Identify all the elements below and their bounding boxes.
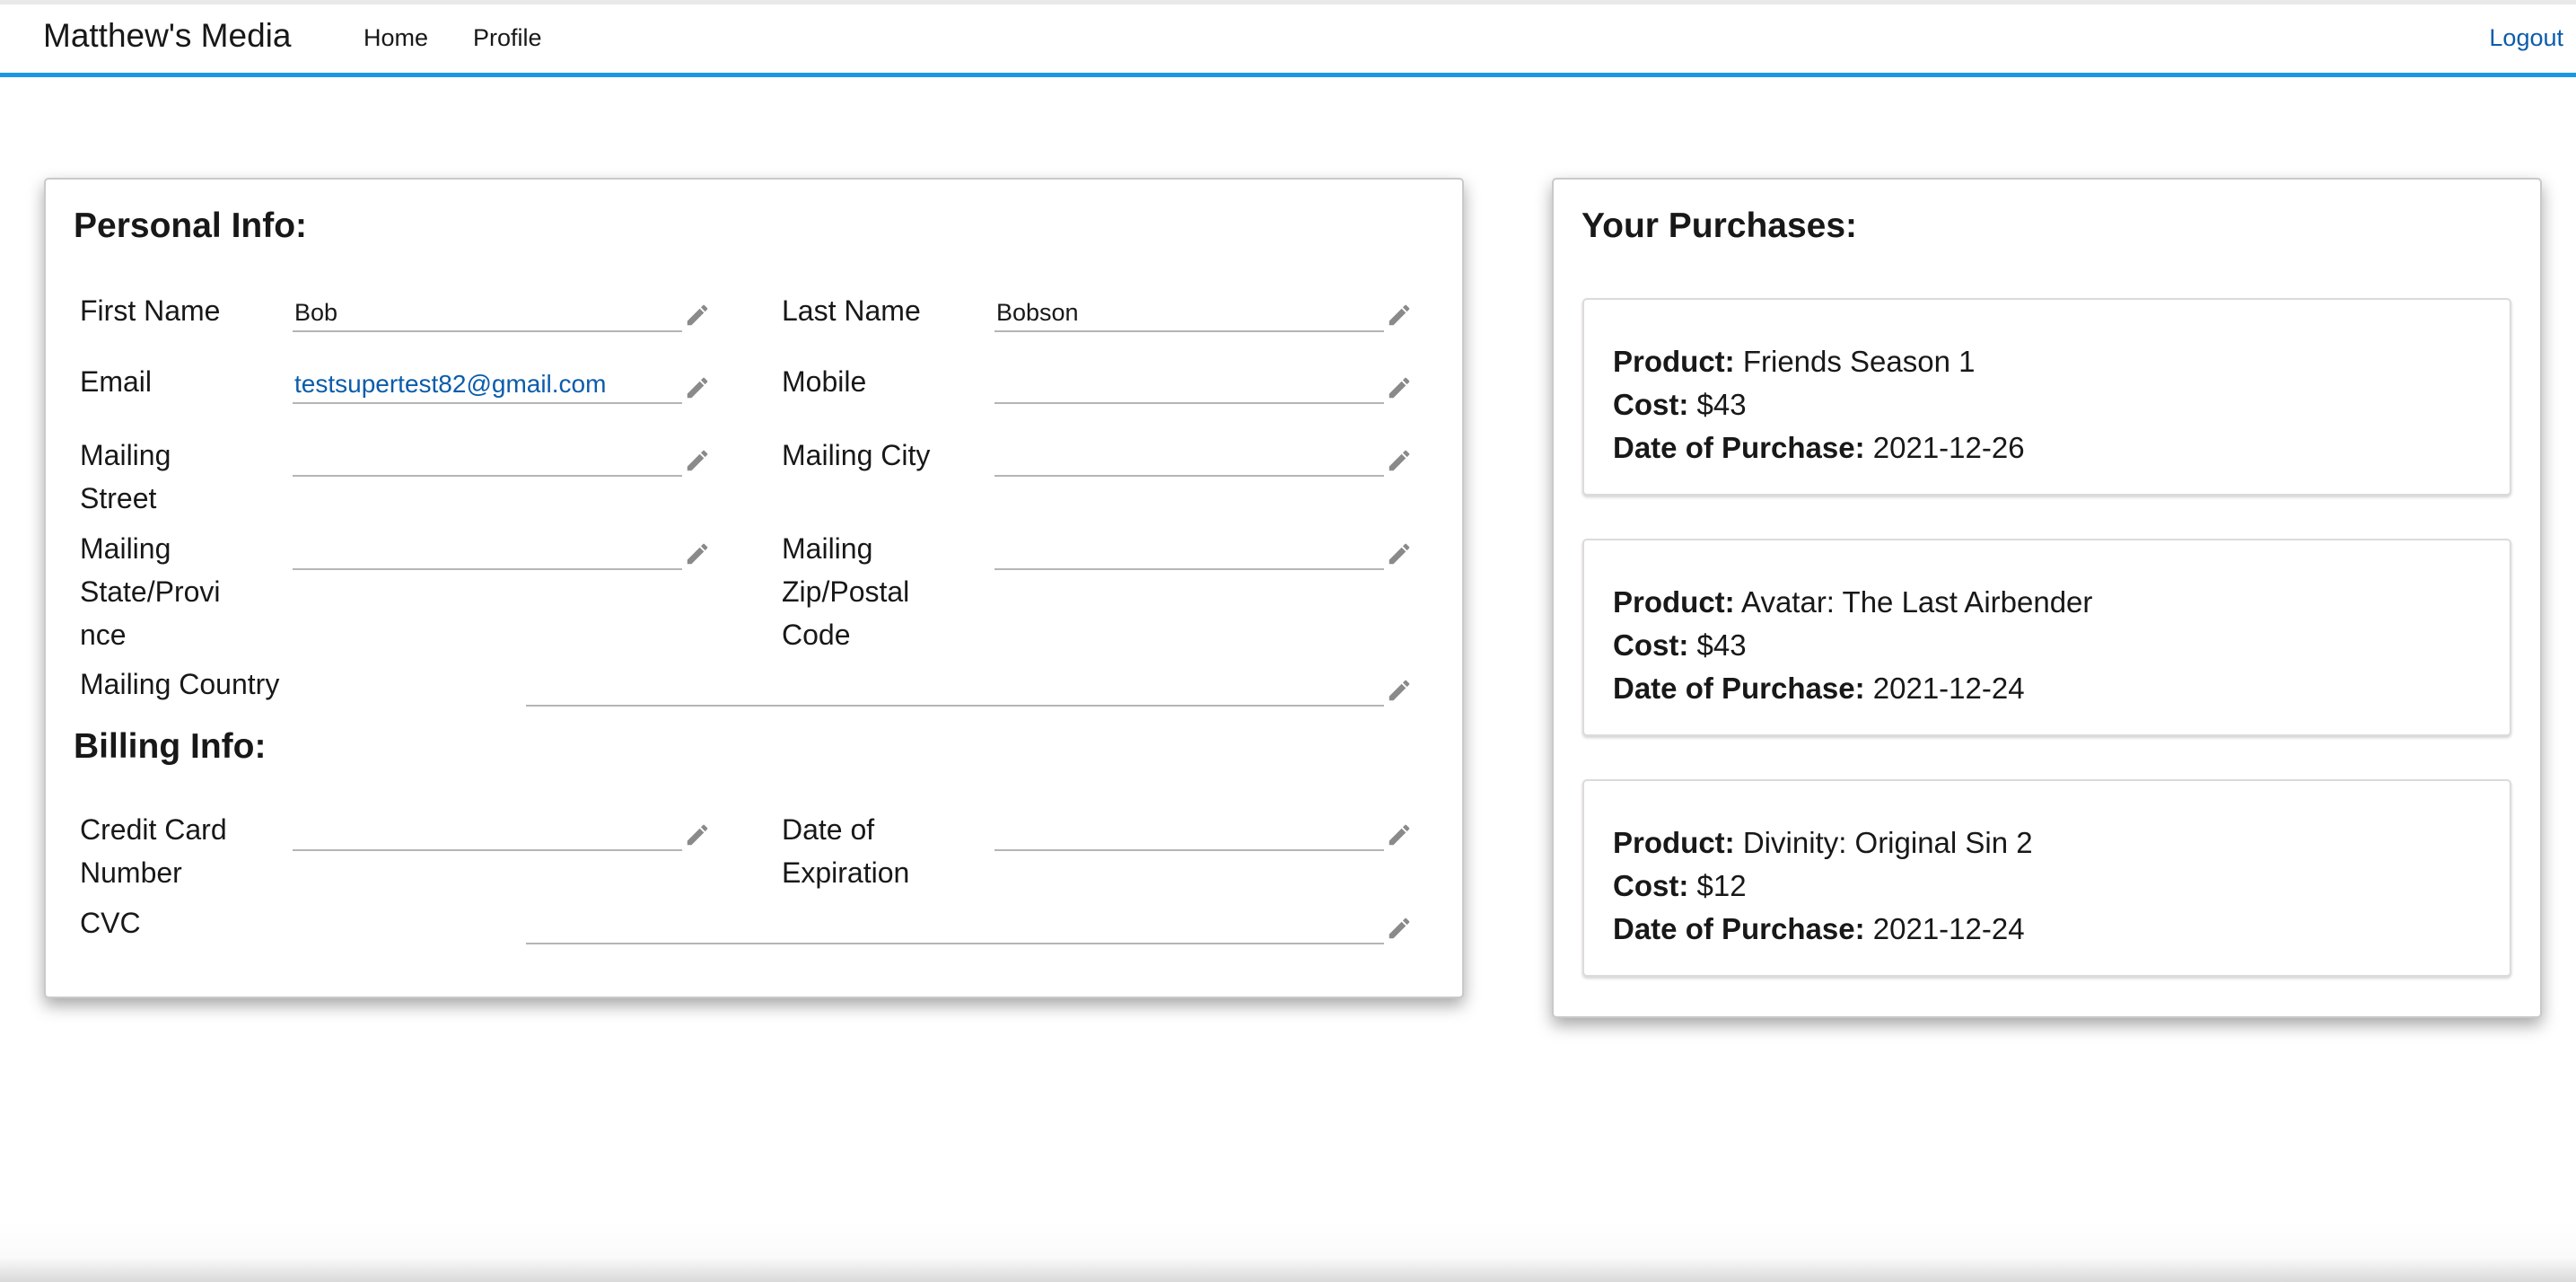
cost-value: $43 <box>1696 388 1747 421</box>
pencil-icon[interactable] <box>684 302 711 329</box>
pencil-icon[interactable] <box>684 374 711 401</box>
purchase-date: Date of Purchase: 2021-12-24 <box>1613 672 2025 706</box>
label-line: Street <box>80 482 157 514</box>
nav-home-link[interactable]: Home <box>364 24 428 52</box>
cost-label: Cost: <box>1613 869 1689 902</box>
first-name-label: First Name <box>80 294 221 327</box>
purchase-product: Product: Divinity: Original Sin 2 <box>1613 826 2033 860</box>
label-line: Mailing <box>80 439 171 471</box>
mailing-city-label: Mailing City <box>782 439 931 471</box>
pencil-icon[interactable] <box>1386 374 1413 401</box>
label-line: nce <box>80 619 127 651</box>
label-line: Mailing <box>782 532 873 565</box>
purchase-product: Product: Friends Season 1 <box>1613 345 1976 379</box>
brand-title: Matthew's Media <box>43 17 292 54</box>
expiration-label: Date of Expiration <box>782 808 909 894</box>
purchase-date: Date of Purchase: 2021-12-26 <box>1613 431 2025 465</box>
pencil-icon[interactable] <box>684 821 711 848</box>
mailing-street-field[interactable] <box>293 443 682 477</box>
product-label: Product: <box>1613 826 1735 859</box>
mailing-zip-field[interactable] <box>994 536 1384 570</box>
purchase-date: Date of Purchase: 2021-12-24 <box>1613 912 2025 946</box>
logout-link[interactable]: Logout <box>2489 24 2563 52</box>
date-label: Date of Purchase: <box>1613 431 1865 464</box>
email-field[interactable]: testsupertest82@gmail.com <box>293 370 682 404</box>
purchases-title: Your Purchases: <box>1582 206 1858 245</box>
purchase-item: Product: Avatar: The Last Airbender Cost… <box>1582 539 2511 736</box>
product-value: Friends Season 1 <box>1742 345 1976 378</box>
product-label: Product: <box>1613 345 1735 378</box>
billing-info-title: Billing Info: <box>74 727 267 766</box>
mailing-state-field[interactable] <box>293 536 682 570</box>
label-line: State/Provi <box>80 575 221 608</box>
date-label: Date of Purchase: <box>1613 672 1865 705</box>
label-line: Zip/Postal <box>782 575 910 608</box>
purchases-card: Your Purchases: Product: Friends Season … <box>1552 178 2542 1018</box>
last-name-field[interactable]: Bobson <box>994 298 1384 332</box>
cvc-label: CVC <box>80 907 141 939</box>
date-value: 2021-12-24 <box>1872 912 2025 945</box>
mailing-country-label: Mailing Country <box>80 668 280 700</box>
label-line: Mailing <box>80 532 171 565</box>
pencil-icon[interactable] <box>1386 302 1413 329</box>
mailing-zip-label: Mailing Zip/Postal Code <box>782 527 909 656</box>
cost-label: Cost: <box>1613 628 1689 662</box>
label-line: Expiration <box>782 856 910 889</box>
mobile-label: Mobile <box>782 365 867 398</box>
mobile-field[interactable] <box>994 370 1384 404</box>
purchase-item: Product: Divinity: Original Sin 2 Cost: … <box>1582 779 2511 977</box>
label-line: Credit Card <box>80 813 227 846</box>
label-line: Number <box>80 856 182 889</box>
pencil-icon[interactable] <box>1386 915 1413 942</box>
purchase-product: Product: Avatar: The Last Airbender <box>1613 585 2092 619</box>
credit-card-label: Credit Card Number <box>80 808 227 894</box>
email-value[interactable]: testsupertest82@gmail.com <box>294 370 606 399</box>
pencil-icon[interactable] <box>1386 821 1413 848</box>
cost-value: $43 <box>1696 628 1747 662</box>
cost-value: $12 <box>1696 869 1747 902</box>
purchase-cost: Cost: $43 <box>1613 628 1747 663</box>
date-value: 2021-12-24 <box>1872 672 2025 705</box>
mailing-city-field[interactable] <box>994 443 1384 477</box>
first-name-value: Bob <box>294 299 338 326</box>
first-name-field[interactable]: Bob <box>293 298 682 332</box>
date-label: Date of Purchase: <box>1613 912 1865 945</box>
cost-label: Cost: <box>1613 388 1689 421</box>
personal-info-card: Personal Info: First Name Bob Last Name … <box>44 178 1464 998</box>
product-value: Avatar: The Last Airbender <box>1741 585 2093 619</box>
label-line: Date of <box>782 813 875 846</box>
window-bottom-shadow <box>0 1221 2576 1282</box>
mailing-state-label: Mailing State/Provi nce <box>80 527 221 656</box>
top-navbar: Matthew's Media Home Profile Logout <box>0 4 2576 77</box>
purchase-cost: Cost: $12 <box>1613 869 1747 903</box>
pencil-icon[interactable] <box>684 447 711 474</box>
pencil-icon[interactable] <box>1386 677 1413 704</box>
mailing-country-field[interactable] <box>526 672 1384 707</box>
email-label: Email <box>80 365 153 398</box>
expiration-field[interactable] <box>994 817 1384 851</box>
nav-profile-link[interactable]: Profile <box>473 24 542 52</box>
product-label: Product: <box>1613 585 1735 619</box>
date-value: 2021-12-26 <box>1872 431 2025 464</box>
pencil-icon[interactable] <box>684 540 711 567</box>
purchase-item: Product: Friends Season 1 Cost: $43 Date… <box>1582 298 2511 496</box>
credit-card-field[interactable] <box>293 817 682 851</box>
label-line: Code <box>782 619 851 651</box>
personal-info-title: Personal Info: <box>74 206 308 245</box>
product-value: Divinity: Original Sin 2 <box>1742 826 2033 859</box>
pencil-icon[interactable] <box>1386 447 1413 474</box>
purchase-cost: Cost: $43 <box>1613 388 1747 422</box>
pencil-icon[interactable] <box>1386 540 1413 567</box>
last-name-value: Bobson <box>996 299 1079 326</box>
mailing-street-label: Mailing Street <box>80 434 171 520</box>
cvc-field[interactable] <box>526 910 1384 944</box>
last-name-label: Last Name <box>782 294 921 327</box>
